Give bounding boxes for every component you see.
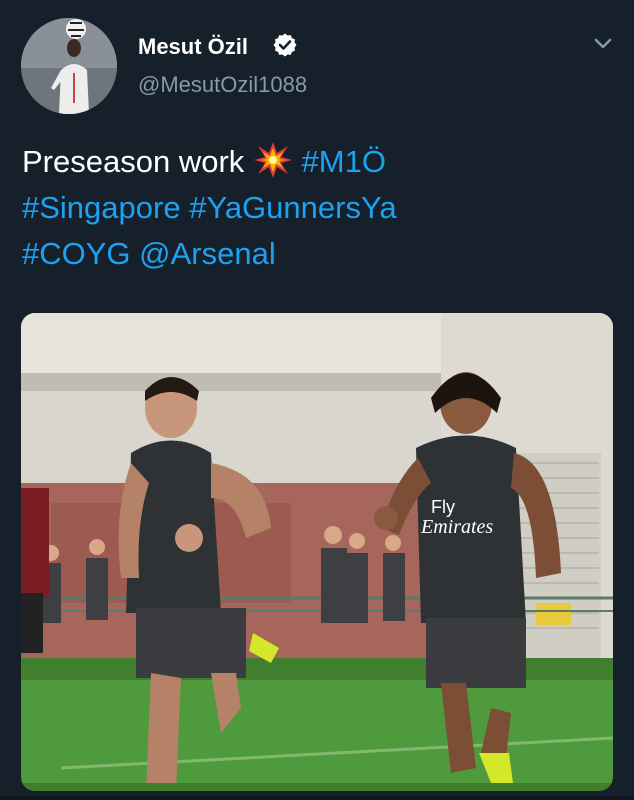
hashtag-coyg[interactable]: #COYG [22,236,131,271]
divider [0,796,634,800]
avatar-image [21,18,117,114]
tweet-card: Mesut Özil @MesutOzil1088 Preseason work… [0,0,634,800]
chevron-down-icon[interactable] [590,34,616,54]
collision-emoji-icon [253,142,292,178]
hashtag-m10[interactable]: #M1Ö [302,144,386,179]
verified-badge-icon [273,33,297,57]
tweet-text: Preseason work #M1Ö #Singapore #YaGunner… [22,139,612,277]
handle[interactable]: @MesutOzil1088 [138,72,307,98]
hashtag-yagunnersya[interactable]: #YaGunnersYa [189,190,396,225]
display-name[interactable]: Mesut Özil [138,34,248,60]
shirt-sponsor-line2: Emirates [420,516,493,538]
training-photo: Fly Emirates [21,313,613,791]
mention-arsenal[interactable]: @Arsenal [139,236,276,271]
avatar[interactable] [21,18,117,114]
tweet-text-plain: Preseason work [22,144,245,179]
shirt-sponsor-line1: Fly [431,497,455,517]
hashtag-singapore[interactable]: #Singapore [22,190,181,225]
tweet-photo[interactable]: Fly Emirates [21,313,613,791]
